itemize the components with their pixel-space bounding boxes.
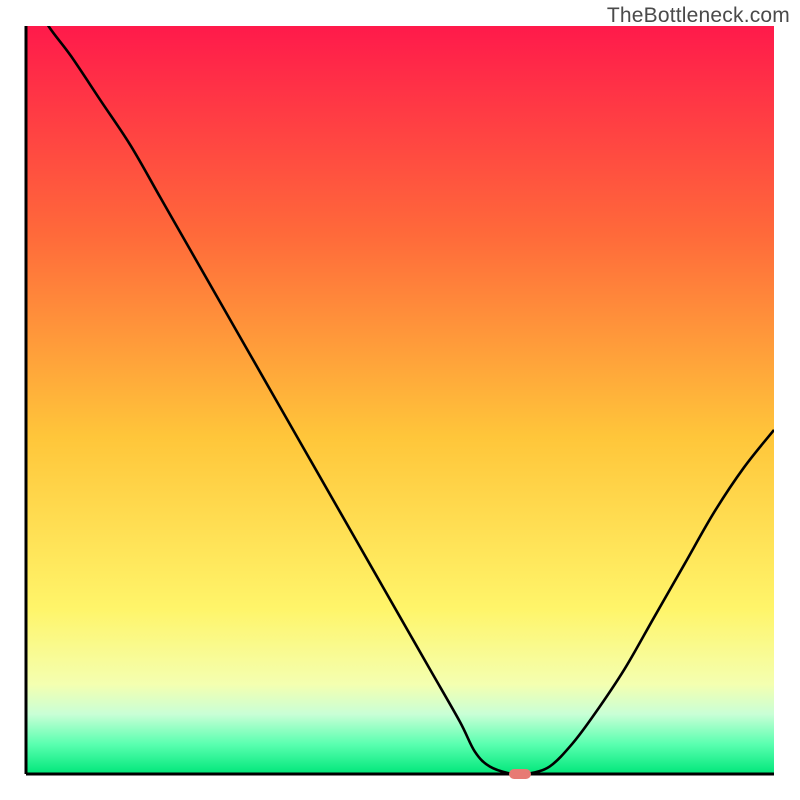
chart-svg bbox=[0, 0, 800, 800]
optimal-point-marker bbox=[509, 769, 531, 779]
watermark-text: TheBottleneck.com bbox=[607, 4, 790, 28]
plot-background bbox=[26, 26, 774, 774]
bottleneck-chart: TheBottleneck.com bbox=[0, 0, 800, 800]
